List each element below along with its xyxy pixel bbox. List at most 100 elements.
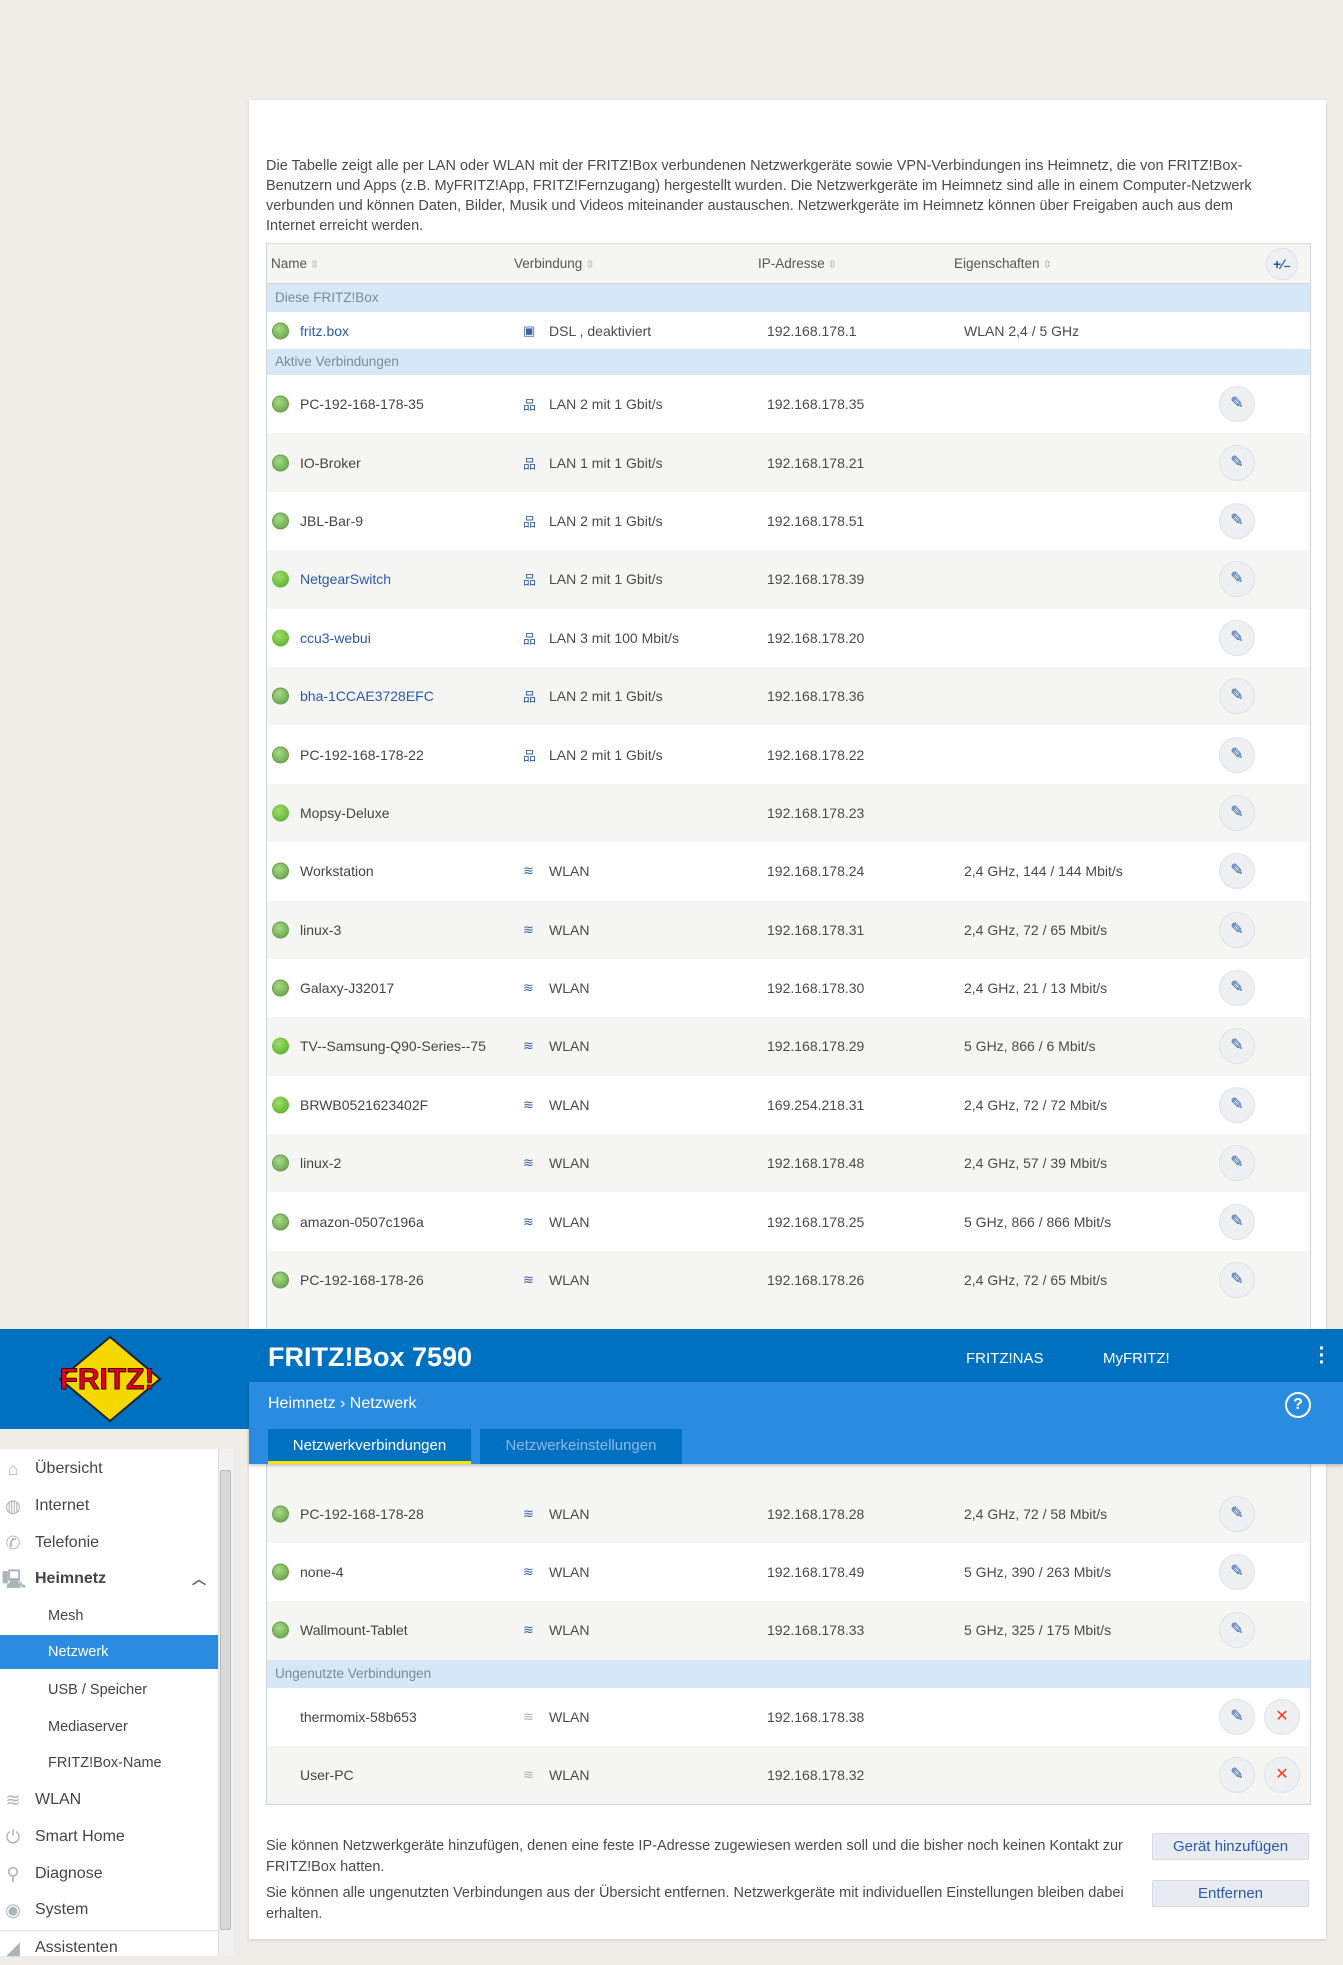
sidebar-item-telefonie[interactable]: ✆ Telefonie <box>0 1526 218 1560</box>
online-globe-icon <box>272 1154 289 1172</box>
sidebar: ⌂ Übersicht ◍ Internet ✆ Telefonie 🖳 Heimnetz ︿ M… <box>0 1449 218 1958</box>
table-row: Wallmount-Tablet ≋ WLAN 192.168.178.33 5 GHz… <box>267 1601 1310 1660</box>
chevron-up-icon[interactable]: ︿ <box>192 1562 206 1596</box>
sidebar-item-netzwerk[interactable]: Netzwerk <box>0 1635 218 1669</box>
ip-address: 192.168.178.23 <box>767 804 865 821</box>
online-globe-icon <box>272 979 289 997</box>
sidebar-item-label: USB / Speicher <box>48 1682 148 1698</box>
edit-button[interactable]: ✎ <box>1219 794 1255 831</box>
device-name-link[interactable]: NetgearSwitch <box>300 571 391 587</box>
sidebar-item-usb-speicher[interactable]: USB / Speicher <box>0 1673 218 1707</box>
online-globe-icon <box>272 1213 289 1231</box>
column-properties[interactable]: Eigenschaften ⇳ <box>954 256 1052 271</box>
device-name-link[interactable]: ccu3-webui <box>300 630 371 646</box>
edit-button[interactable]: ✎ <box>1219 1554 1255 1591</box>
online-globe-icon <box>272 921 289 939</box>
ip-address: 192.168.178.38 <box>767 1708 865 1725</box>
edit-button[interactable]: ✎ <box>1219 1262 1255 1299</box>
properties: WLAN 2,4 / 5 GHz <box>964 322 1080 339</box>
edit-button[interactable]: ✎ <box>1219 970 1255 1007</box>
sidebar-item--bersicht[interactable]: ⌂ Übersicht <box>0 1452 218 1486</box>
edit-button[interactable]: ✎ <box>1219 1612 1255 1649</box>
remove-unused-button[interactable]: Entfernen <box>1152 1880 1309 1907</box>
edit-button[interactable]: ✎ <box>1219 1028 1255 1065</box>
device-name: PC-192-168-178-22 <box>300 746 424 763</box>
sidebar-item-smart-home[interactable]: ⏻ Smart Home <box>0 1820 218 1854</box>
edit-button[interactable]: ✎ <box>1219 444 1255 481</box>
wifi-icon: ≋ <box>523 921 534 937</box>
device-name-link[interactable]: bha-1CCAE3728EFC <box>300 688 434 704</box>
lan-icon: 品 <box>523 689 537 705</box>
ip-address: 192.168.178.39 <box>767 571 865 588</box>
more-menu-icon[interactable]: · · · <box>1318 1339 1326 1373</box>
edit-button[interactable]: ✎ <box>1219 1086 1255 1123</box>
edit-button[interactable]: ✎ <box>1219 911 1255 948</box>
sidebar-item-fritz-box-name[interactable]: FRITZ!Box-Name <box>0 1746 218 1780</box>
remove-unused-text: Sie können alle ungenutzten Verbindungen… <box>266 1885 1124 1922</box>
add-device-button[interactable]: Gerät hinzufügen <box>1152 1833 1309 1860</box>
edit-button[interactable]: ✎ <box>1219 1203 1255 1240</box>
globe-icon: ◍ <box>5 1496 21 1516</box>
device-name-link[interactable]: fritz.box <box>300 323 349 339</box>
sidebar-item-assistenten[interactable]: ◢ Assistenten <box>0 1930 218 1964</box>
device-name: PC-192-168-178-26 <box>300 1272 424 1289</box>
edit-button[interactable]: ✎ <box>1219 1145 1255 1182</box>
ip-address: 192.168.178.32 <box>767 1767 865 1784</box>
myfritz-link[interactable]: MyFRITZ! <box>1103 1350 1170 1367</box>
edit-button[interactable]: ✎ <box>1219 1757 1255 1794</box>
breadcrumb[interactable]: Heimnetz › Netzwerk <box>268 1395 416 1413</box>
edit-button[interactable]: ✎ <box>1219 1698 1255 1735</box>
column-name[interactable]: Name ⇳ <box>271 256 319 271</box>
sidebar-scrollbar-thumb[interactable] <box>220 1470 231 1930</box>
device-name: User-PC <box>300 1767 354 1784</box>
device-name: BRWB0521623402F <box>300 1096 429 1113</box>
sidebar-item-diagnose[interactable]: ⚲ Diagnose <box>0 1857 218 1891</box>
sort-icon: ⇳ <box>585 259 595 271</box>
ip-address: 192.168.178.30 <box>767 980 865 997</box>
online-globe-icon <box>272 1271 289 1289</box>
edit-button[interactable]: ✎ <box>1219 386 1255 423</box>
device-name: TV--Samsung-Q90-Series--75 <box>300 1038 486 1055</box>
edit-button[interactable]: ✎ <box>1219 678 1255 715</box>
edit-button[interactable]: ✎ <box>1219 502 1255 539</box>
column-label: Eigenschaften <box>954 256 1040 271</box>
intro-text: Die Tabelle zeigt alle per LAN oder WLAN… <box>266 158 1252 234</box>
sidebar-item-label: Telefonie <box>35 1534 100 1551</box>
column-ip[interactable]: IP-Adresse ⇳ <box>758 256 837 271</box>
logo-area[interactable]: FRITZ! <box>0 1329 249 1429</box>
connection: WLAN <box>549 1155 590 1172</box>
wifi-icon: ≋ <box>523 863 534 879</box>
edit-button[interactable]: ✎ <box>1219 736 1255 773</box>
sidebar-item-wlan[interactable]: ≋ WLAN <box>0 1783 218 1817</box>
device-name: JBL-Bar-9 <box>300 512 364 529</box>
fritznas-link[interactable]: FRITZ!NAS <box>966 1350 1044 1367</box>
edit-button[interactable]: ✎ <box>1219 853 1255 890</box>
sidebar-item-system[interactable]: ◉ System <box>0 1893 218 1927</box>
edit-button[interactable]: ✎ <box>1219 561 1255 598</box>
toggle-columns-button[interactable]: +⁄₋ <box>1266 248 1298 280</box>
online-globe-icon <box>272 746 289 764</box>
delete-button[interactable]: ✕ <box>1264 1698 1300 1735</box>
tab-netzwerkverbindungen[interactable]: Netzwerkverbindungen <box>268 1429 471 1464</box>
sidebar-item-heimnetz[interactable]: 🖳 Heimnetz ︿ <box>0 1562 218 1596</box>
table-row: Galaxy-J32017 ≋ WLAN 192.168.178.30 2,4 GHz,… <box>267 958 1310 1018</box>
table-row: linux-3 ≋ WLAN 192.168.178.31 2,4 GHz, 72 / … <box>267 900 1310 959</box>
device-name: Mopsy-Deluxe <box>300 804 390 821</box>
help-icon[interactable]: ? <box>1285 1392 1311 1418</box>
online-globe-icon <box>272 687 289 705</box>
sidebar-item-internet[interactable]: ◍ Internet <box>0 1489 218 1523</box>
delete-button[interactable]: ✕ <box>1264 1757 1300 1794</box>
sidebar-item-mediaserver[interactable]: Mediaserver <box>0 1710 218 1744</box>
tab-netzwerkeinstellungen[interactable]: Netzwerkeinstellungen <box>480 1429 682 1464</box>
fritzbox-status-icon <box>272 322 289 339</box>
sidebar-item-mesh[interactable]: Mesh <box>0 1599 218 1633</box>
edit-button[interactable]: ✎ <box>1219 619 1255 656</box>
svg-text:FRITZ!: FRITZ! <box>60 1363 155 1396</box>
device-name: thermomix-58b653 <box>300 1708 417 1725</box>
column-connection[interactable]: Verbindung ⇳ <box>514 256 595 271</box>
edit-button[interactable]: ✎ <box>1219 1495 1255 1532</box>
wifi-icon: ≋ <box>523 1155 534 1171</box>
online-globe-icon <box>272 512 289 530</box>
ip-address: 192.168.178.33 <box>767 1622 865 1639</box>
properties: 2,4 GHz, 144 / 144 Mbit/s <box>964 863 1123 880</box>
